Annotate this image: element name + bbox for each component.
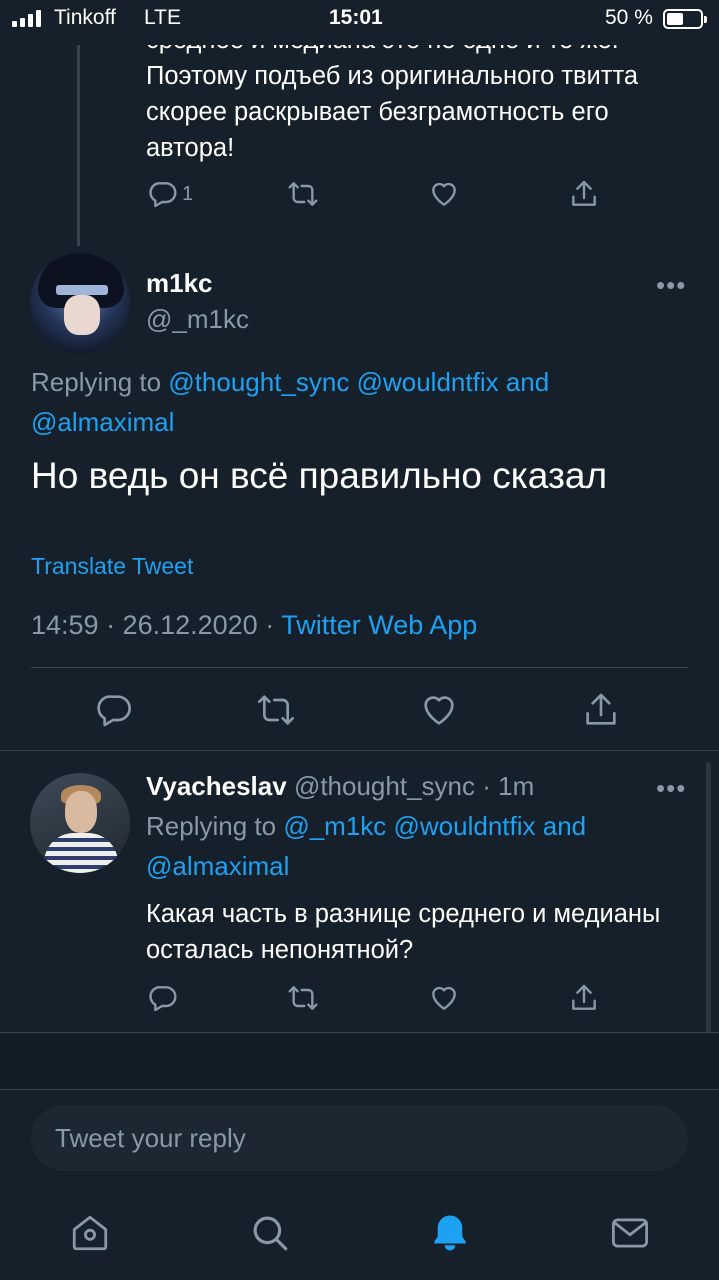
replying-to-label: Replying to xyxy=(146,811,277,841)
display-name[interactable]: Vyacheslav xyxy=(146,771,287,801)
replying-to: Replying to @thought_sync @wouldntfix an… xyxy=(31,362,691,442)
retweet-icon xyxy=(288,986,318,1010)
reply-icon xyxy=(149,182,177,208)
reply-button[interactable] xyxy=(93,690,133,730)
like-icon xyxy=(424,696,454,725)
divider xyxy=(0,750,719,751)
retweet-icon xyxy=(258,695,294,725)
translate-tweet-link[interactable]: Translate Tweet xyxy=(31,553,193,580)
tab-home[interactable] xyxy=(69,1212,111,1254)
reply-header: Vyacheslav @thought_sync · 1m xyxy=(146,771,534,802)
reply-icon xyxy=(97,695,131,727)
tab-messages[interactable] xyxy=(609,1212,651,1254)
tweet-timestamp: 14:59 · 26.12.2020 · xyxy=(31,610,275,640)
battery-percent: 50 % xyxy=(605,6,653,29)
previous-like-button[interactable] xyxy=(428,178,460,210)
share-button[interactable] xyxy=(581,690,621,730)
previous-reply-button[interactable]: 1 xyxy=(146,178,193,210)
tab-search[interactable] xyxy=(249,1212,291,1254)
tab-notifications[interactable] xyxy=(429,1212,471,1254)
divider xyxy=(0,1089,719,1090)
reply-tweet-text: Какая часть в разнице среднего и медианы… xyxy=(146,900,661,964)
previous-share-button[interactable] xyxy=(568,178,600,210)
reply-button[interactable] xyxy=(146,982,178,1014)
notifications-icon xyxy=(434,1215,466,1251)
tweet-text: Но ведь он всё правильно сказал xyxy=(31,455,608,496)
tweet-age: · 1m xyxy=(482,771,535,801)
more-options-button[interactable]: ••• xyxy=(656,270,686,301)
signal-strength-icon xyxy=(12,10,41,27)
share-icon xyxy=(572,180,596,206)
like-button[interactable] xyxy=(419,690,459,730)
network-type: LTE xyxy=(144,6,181,29)
retweet-icon xyxy=(288,182,318,206)
like-icon xyxy=(432,182,456,206)
reply-count: 1 xyxy=(182,182,194,205)
replying-to: Replying to @_m1kc @wouldntfix and @alma… xyxy=(146,806,676,886)
avatar[interactable] xyxy=(30,773,130,873)
clock: 15:01 xyxy=(329,6,383,29)
user-handle[interactable]: @thought_sync xyxy=(294,771,475,801)
status-bar-overlay: Tinkoff LTE 15:01 50 % xyxy=(0,0,719,40)
tweet-metadata: 14:59 · 26.12.2020 · Twitter Web App xyxy=(31,610,477,641)
search-icon xyxy=(253,1216,288,1251)
home-icon xyxy=(72,1215,108,1251)
share-icon xyxy=(572,984,596,1010)
tweet-source[interactable]: Twitter Web App xyxy=(281,610,477,640)
battery-icon xyxy=(663,9,707,29)
carrier-name: Tinkoff xyxy=(54,6,116,29)
avatar[interactable] xyxy=(30,253,130,353)
replying-to-label: Replying to xyxy=(31,367,162,397)
reply-icon xyxy=(149,986,177,1012)
tweet-reply-input[interactable] xyxy=(31,1105,688,1171)
share-icon xyxy=(586,693,616,725)
display-name[interactable]: m1kc xyxy=(146,268,213,299)
messages-icon xyxy=(611,1218,649,1248)
retweet-button[interactable] xyxy=(287,982,319,1014)
user-handle[interactable]: @_m1kc xyxy=(146,304,249,335)
timeline-end xyxy=(0,1033,719,1090)
like-button[interactable] xyxy=(428,982,460,1014)
previous-retweet-button[interactable] xyxy=(287,178,319,210)
like-icon xyxy=(432,986,456,1010)
more-options-button[interactable]: ••• xyxy=(656,773,686,804)
scrollbar[interactable] xyxy=(706,762,711,1062)
divider xyxy=(31,667,688,668)
retweet-button[interactable] xyxy=(256,690,296,730)
share-button[interactable] xyxy=(568,982,600,1014)
